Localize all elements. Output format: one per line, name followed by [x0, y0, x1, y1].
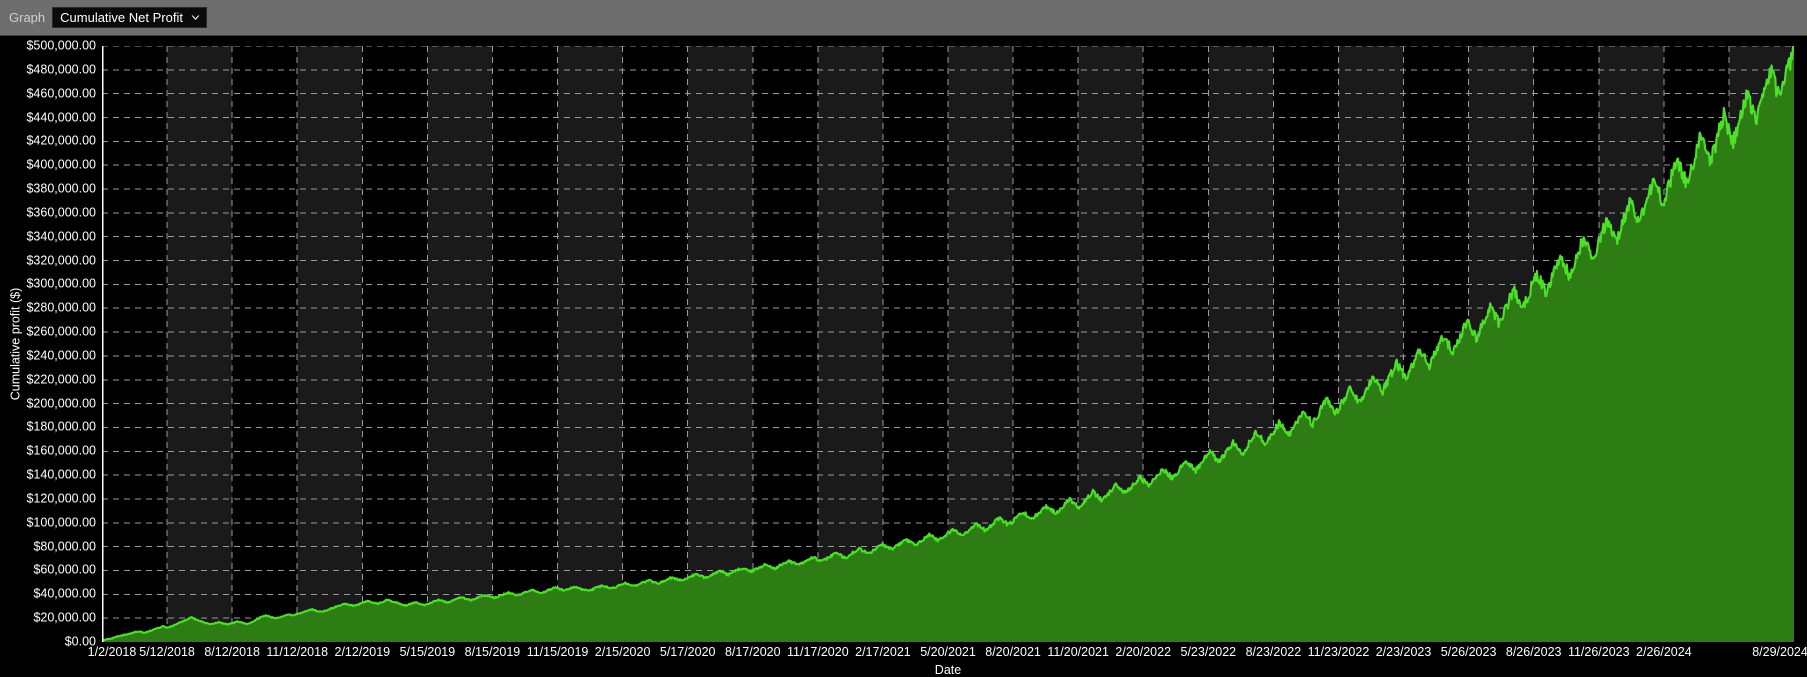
plot-area	[102, 46, 1794, 642]
y-axis-tick-label: $140,000.00	[26, 467, 96, 482]
x-axis-tick-label: 8/29/2024	[1752, 645, 1807, 659]
y-axis-tick-label: $260,000.00	[26, 324, 96, 339]
x-axis-tick-label: 8/12/2018	[204, 645, 260, 659]
x-axis-ticks: 1/2/2018 5/12/2018 8/12/2018 11/12/2018 2/12…	[88, 645, 1807, 665]
cumulative-net-profit-screen: Graph Cumulative Net Profit Cumulative p…	[0, 0, 1807, 677]
y-axis-tick-label: $480,000.00	[26, 62, 96, 77]
y-axis-tick-label: $440,000.00	[26, 110, 96, 125]
chart-container: Cumulative profit ($) $500,000.00 $480,00…	[0, 36, 1807, 677]
x-axis-tick-label: 8/20/2021	[985, 645, 1041, 659]
y-axis-tick-label: $380,000.00	[26, 181, 96, 196]
x-axis-tick-label: 11/17/2020	[787, 645, 849, 659]
y-axis-tick-label: $100,000.00	[26, 515, 96, 530]
x-axis-tick-label: 11/23/2022	[1307, 645, 1370, 659]
x-axis-tick-label: 5/26/2023	[1440, 645, 1497, 659]
x-axis-tick-label: 5/12/2018	[139, 645, 195, 659]
y-axis-tick-label: $120,000.00	[26, 491, 96, 506]
x-axis-tick-label: 2/26/2024	[1636, 645, 1692, 659]
y-axis-tick-label: $160,000.00	[26, 443, 96, 458]
x-axis-tick-label: 2/23/2023	[1375, 645, 1432, 659]
x-axis-title: Date	[934, 663, 962, 677]
y-axis-tick-label: $80,000.00	[33, 539, 96, 554]
y-axis-tick-label: $360,000.00	[26, 205, 96, 220]
x-axis-tick-label: 2/12/2019	[334, 645, 391, 659]
y-axis-tick-label: $460,000.00	[26, 86, 96, 101]
graph-type-dropdown[interactable]: Cumulative Net Profit	[52, 7, 207, 28]
x-axis-tick-label: 2/17/2021	[855, 645, 911, 659]
x-axis-tick-label: 5/15/2019	[399, 645, 456, 659]
x-axis-tick-label: 8/23/2022	[1245, 645, 1302, 659]
graph-type-value: Cumulative Net Profit	[60, 9, 183, 25]
x-axis-tick-label: 11/26/2023	[1567, 645, 1630, 659]
y-axis-ticks: $500,000.00 $480,000.00 $460,000.00 $440,00…	[0, 39, 96, 648]
y-axis-tick-label: $60,000.00	[33, 562, 96, 577]
x-axis-tick-label: 2/15/2020	[594, 645, 651, 659]
y-axis-tick-label: $240,000.00	[26, 348, 96, 363]
x-axis-tick-label: 8/15/2019	[464, 645, 521, 659]
graph-toolbar: Graph Cumulative Net Profit	[0, 0, 1807, 36]
y-axis-tick-label: $20,000.00	[33, 610, 96, 625]
y-axis-tick-label: $280,000.00	[26, 300, 96, 315]
x-axis-tick-label: 11/20/2021	[1047, 645, 1109, 659]
y-axis-tick-label: $420,000.00	[26, 133, 96, 148]
x-axis-tick-label: 8/26/2023	[1505, 645, 1562, 659]
x-axis-tick-label: 11/12/2018	[266, 645, 329, 659]
y-axis-tick-label: $320,000.00	[26, 253, 96, 268]
y-axis-tick-label: $40,000.00	[33, 586, 96, 601]
chevron-down-icon	[190, 12, 201, 23]
equity-curve-svg	[102, 46, 1794, 642]
x-axis-tick-label: 5/17/2020	[659, 645, 716, 659]
y-axis-tick-label: $220,000.00	[26, 372, 96, 387]
graph-label: Graph	[9, 9, 46, 25]
x-axis-tick-label: 11/15/2019	[526, 645, 589, 659]
y-axis-tick-label: $400,000.00	[26, 157, 96, 172]
y-axis-tick-label: $500,000.00	[26, 38, 96, 53]
y-axis-tick-label: $200,000.00	[26, 396, 96, 411]
y-axis-tick-label: $180,000.00	[26, 419, 96, 434]
x-axis-tick-label: 8/17/2020	[724, 645, 781, 659]
y-axis-tick-label: $340,000.00	[26, 229, 96, 244]
x-axis-tick-label: 5/20/2021	[920, 645, 976, 659]
y-axis-tick-label: $300,000.00	[26, 276, 96, 291]
x-axis-tick-label: 5/23/2022	[1180, 645, 1237, 659]
x-axis-tick-label: 1/2/2018	[87, 645, 137, 659]
x-axis-tick-label: 2/20/2022	[1115, 645, 1172, 659]
